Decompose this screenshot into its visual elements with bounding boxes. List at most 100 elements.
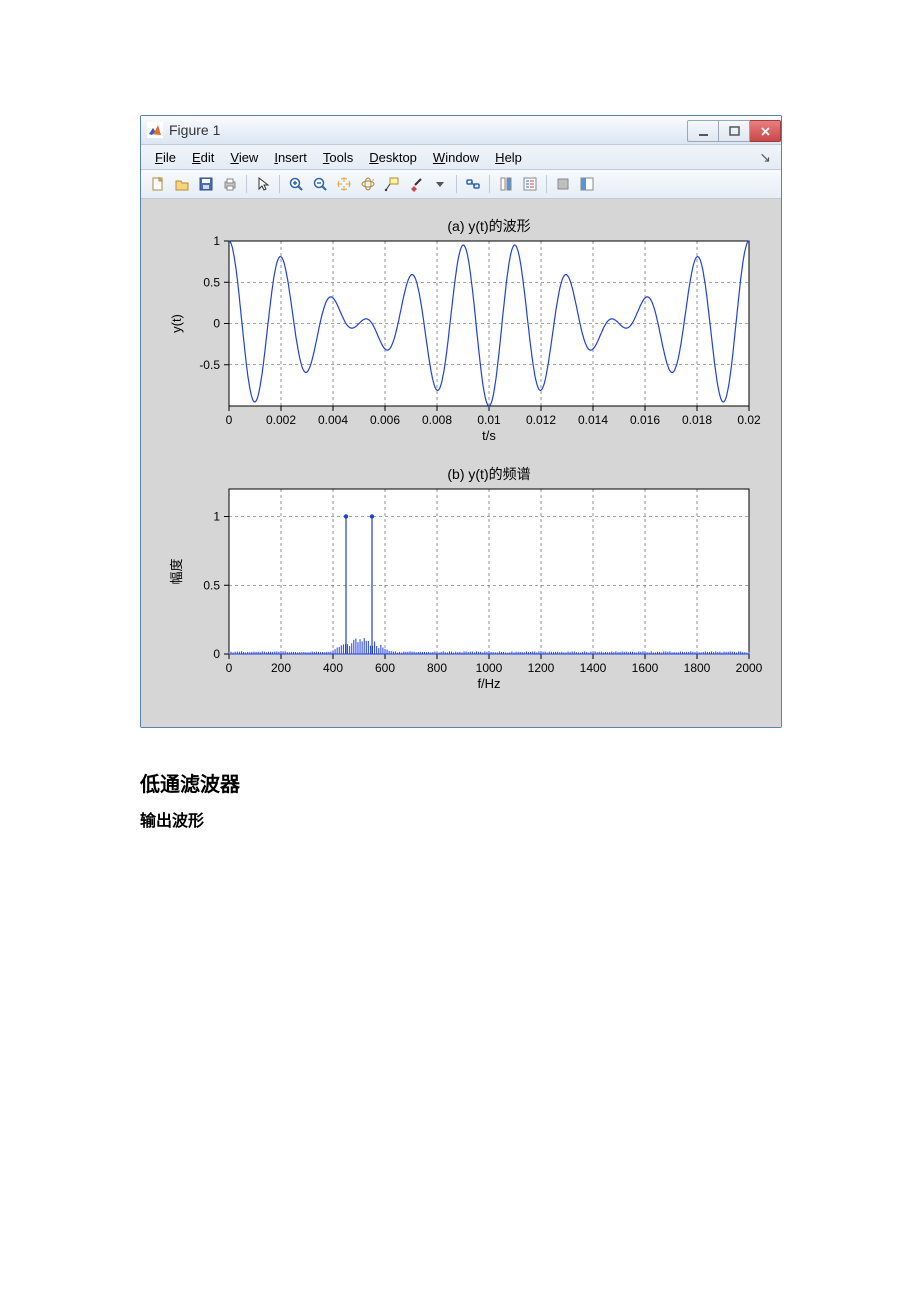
menu-tools[interactable]: Tools	[317, 150, 359, 165]
pointer-button[interactable]	[252, 173, 274, 195]
brush-button[interactable]	[405, 173, 427, 195]
matlab-logo-icon	[147, 122, 163, 138]
svg-text:f/Hz: f/Hz	[477, 676, 500, 691]
plots-svg: (a) y(t)的波形 0 0.002 0.004 0.006 0.008 0.01 0.01…	[149, 209, 773, 709]
open-icon	[174, 176, 190, 192]
toolbar-separator	[246, 175, 247, 193]
zoom-out-button[interactable]	[309, 173, 331, 195]
window-title: Figure 1	[169, 122, 220, 138]
toolbar-separator	[279, 175, 280, 193]
svg-text:0.016: 0.016	[630, 413, 660, 427]
dock-button[interactable]	[576, 173, 598, 195]
svg-text:1: 1	[213, 510, 220, 524]
menu-view[interactable]: View	[224, 150, 264, 165]
pointer-icon	[255, 176, 271, 192]
rotate3d-icon	[360, 176, 376, 192]
colorbar-icon	[498, 176, 514, 192]
svg-text:400: 400	[323, 661, 343, 675]
svg-text:800: 800	[427, 661, 447, 675]
legend-icon	[522, 176, 538, 192]
print-button[interactable]	[219, 173, 241, 195]
svg-text:0.006: 0.006	[370, 413, 400, 427]
zoom-in-icon	[288, 176, 304, 192]
new-button[interactable]	[147, 173, 169, 195]
dock-icon	[579, 176, 595, 192]
svg-text:0.01: 0.01	[477, 413, 501, 427]
titlebar-left: Figure 1	[147, 122, 220, 138]
new-icon	[150, 176, 166, 192]
print-icon	[222, 176, 238, 192]
svg-text:(a) y(t)的波形: (a) y(t)的波形	[447, 218, 530, 234]
svg-text:(b) y(t)的频谱: (b) y(t)的频谱	[447, 466, 530, 482]
hide-icon	[555, 176, 571, 192]
svg-text:0.5: 0.5	[203, 578, 220, 592]
svg-text:0.5: 0.5	[203, 275, 220, 289]
close-icon	[760, 126, 771, 137]
svg-text:-0.5: -0.5	[199, 358, 220, 372]
figure-canvas-area: (a) y(t)的波形 0 0.002 0.004 0.006 0.008 0.01 0.01…	[141, 199, 781, 727]
svg-text:2000: 2000	[736, 661, 763, 675]
rotate3d-button[interactable]	[357, 173, 379, 195]
svg-text:0.018: 0.018	[682, 413, 712, 427]
svg-text:0.004: 0.004	[318, 413, 348, 427]
dock-handle-icon[interactable]: ↘	[759, 149, 773, 166]
minimize-button[interactable]	[687, 120, 719, 142]
maximize-icon	[729, 126, 740, 137]
maximize-button[interactable]	[719, 120, 750, 142]
svg-text:0: 0	[226, 661, 233, 675]
link-button[interactable]	[462, 173, 484, 195]
zoom-in-button[interactable]	[285, 173, 307, 195]
svg-text:y(t): y(t)	[169, 314, 184, 333]
svg-text:0.014: 0.014	[578, 413, 608, 427]
minimize-icon	[698, 126, 709, 137]
caption-output-waveform: 输出波形	[140, 807, 920, 831]
window-titlebar[interactable]: Figure 1	[141, 116, 781, 145]
svg-text:0.008: 0.008	[422, 413, 452, 427]
svg-text:幅度: 幅度	[169, 558, 184, 584]
menu-window[interactable]: Window	[427, 150, 485, 165]
toolbar-separator	[456, 175, 457, 193]
window-controls	[687, 120, 781, 140]
svg-text:1600: 1600	[632, 661, 659, 675]
svg-text:0.002: 0.002	[266, 413, 296, 427]
dropdown-icon	[432, 176, 448, 192]
svg-text:1000: 1000	[476, 661, 503, 675]
colorbar-button[interactable]	[495, 173, 517, 195]
datacursor-icon	[384, 176, 400, 192]
menu-insert[interactable]: Insert	[268, 150, 313, 165]
svg-text:600: 600	[375, 661, 395, 675]
link-icon	[465, 176, 481, 192]
menubar: File Edit View Insert Tools Desktop Wind…	[141, 145, 781, 170]
menu-help[interactable]: Help	[489, 150, 528, 165]
dropdown-button[interactable]	[429, 173, 451, 195]
svg-text:0: 0	[213, 317, 220, 331]
menu-file[interactable]: File	[149, 150, 182, 165]
plot-wrap: (a) y(t)的波形 0 0.002 0.004 0.006 0.008 0.01 0.01…	[149, 209, 773, 709]
zoom-out-icon	[312, 176, 328, 192]
hide-button[interactable]	[552, 173, 574, 195]
toolbar-separator	[489, 175, 490, 193]
figure-toolbar	[141, 170, 781, 199]
pan-button[interactable]	[333, 173, 355, 195]
toolbar-separator	[546, 175, 547, 193]
open-button[interactable]	[171, 173, 193, 195]
legend-button[interactable]	[519, 173, 541, 195]
menu-desktop[interactable]: Desktop	[363, 150, 423, 165]
svg-text:1400: 1400	[580, 661, 607, 675]
save-icon	[198, 176, 214, 192]
svg-text:t/s: t/s	[482, 428, 496, 443]
svg-text:1200: 1200	[528, 661, 555, 675]
close-button[interactable]	[750, 120, 781, 142]
save-button[interactable]	[195, 173, 217, 195]
matlab-figure-window: Figure 1 File Edit View Insert Tools Des…	[140, 115, 782, 728]
svg-text:0.012: 0.012	[526, 413, 556, 427]
svg-text:200: 200	[271, 661, 291, 675]
menu-edit[interactable]: Edit	[186, 150, 220, 165]
svg-text:1800: 1800	[684, 661, 711, 675]
datacursor-button[interactable]	[381, 173, 403, 195]
svg-text:0: 0	[226, 413, 233, 427]
svg-text:1: 1	[213, 234, 220, 248]
svg-text:0.02: 0.02	[737, 413, 761, 427]
brush-icon	[408, 176, 424, 192]
caption-lowpass-filter: 低通滤波器	[140, 768, 920, 797]
